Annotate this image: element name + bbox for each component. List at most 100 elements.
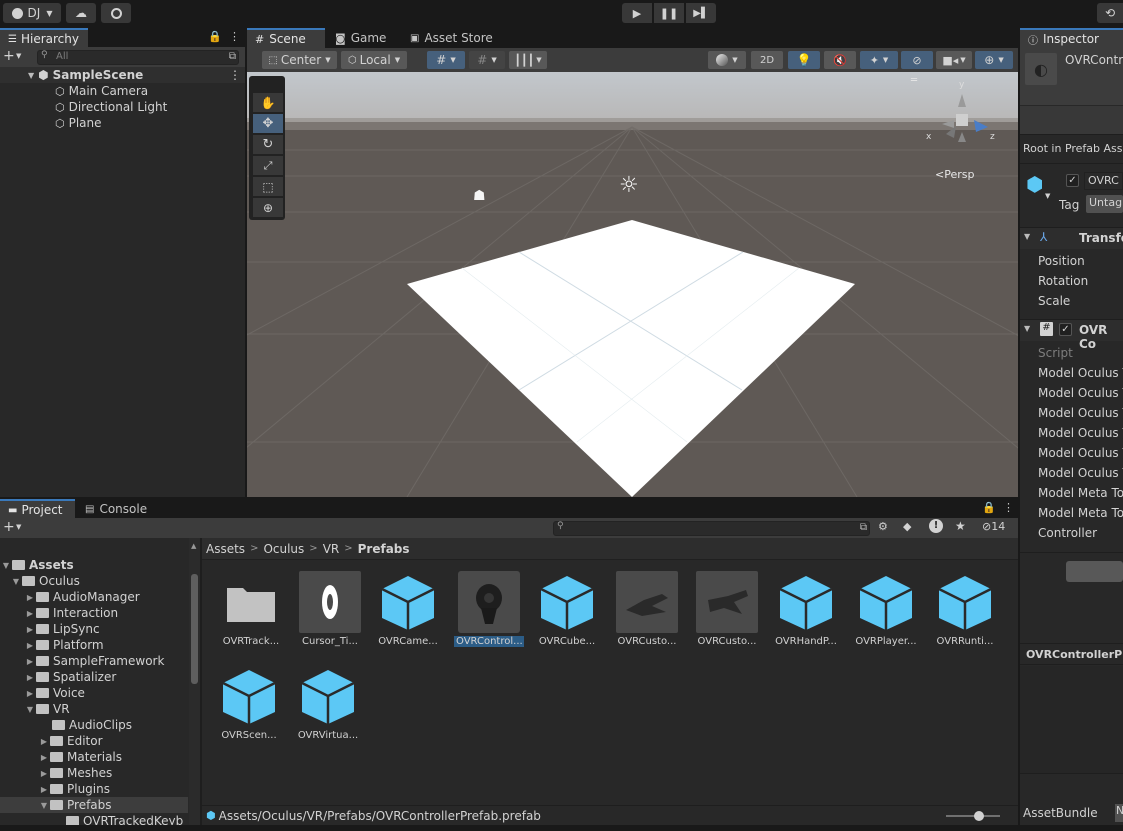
asset-item[interactable]: OVRScen... (214, 665, 284, 757)
asset-item[interactable]: OVRTrack... (216, 571, 286, 663)
hidden-packages-toggle[interactable]: ⊘14 (982, 520, 1005, 533)
tag-dropdown[interactable]: Untag (1086, 195, 1123, 213)
project-search-input[interactable]: ⚲ ⧉ (553, 521, 870, 536)
log-filter-icon[interactable]: ! (929, 519, 943, 533)
active-checkbox[interactable]: ✓ (1066, 174, 1079, 187)
chevron-down-icon[interactable]: ▼ (16, 523, 21, 531)
asset-item[interactable]: OVRCusto... (612, 571, 682, 663)
move-tool[interactable]: ✥ (253, 114, 283, 133)
step-button[interactable]: ▶▌ (686, 3, 716, 23)
orientation-gizmo[interactable]: y x z <Persp (912, 72, 1012, 187)
space-dropdown[interactable]: ⬡ Local ▼ (341, 51, 407, 69)
tree-item-prefabs[interactable]: ▼ Prefabs (0, 797, 188, 813)
more-menu-icon[interactable]: ⋮ (229, 30, 240, 43)
collab-button[interactable] (101, 3, 131, 23)
asset-item-selected[interactable]: OVRControl... (454, 571, 524, 663)
search-filter-icon[interactable]: ⧉ (860, 522, 867, 533)
asset-item[interactable]: OVRCame... (373, 571, 443, 663)
tab-project[interactable]: ▬ Project (0, 499, 75, 519)
search-filter-icon[interactable]: ⧉ (229, 51, 236, 62)
scene-viewport[interactable]: ☼ ☗ y x z <Persp ═ (247, 72, 1018, 497)
chevron-down-icon[interactable]: ▼ (16, 52, 21, 60)
persp-toggle[interactable]: <Persp (935, 168, 974, 181)
lighting-toggle[interactable]: 💡 (788, 51, 820, 69)
tree-item[interactable]: ▶ SampleFramework (24, 653, 165, 669)
slider-handle[interactable] (974, 811, 984, 821)
search-by-type-icon[interactable]: ⚙ (878, 520, 888, 533)
asset-item[interactable]: Cursor_Ti... (295, 571, 365, 663)
tree-item[interactable]: ▶ LipSync (24, 621, 100, 637)
grid-visibility-button[interactable]: # ▼ (469, 51, 505, 69)
hand-tool[interactable]: ✋ (253, 93, 283, 112)
tree-item[interactable]: OVRTrackedKeyb (66, 813, 183, 825)
tab-console[interactable]: ▤ Console (77, 499, 155, 519)
add-icon[interactable]: + (3, 519, 15, 535)
tab-scene[interactable]: # Scene (247, 28, 325, 48)
mode-2d-button[interactable]: 2D (751, 51, 783, 69)
rect-tool[interactable]: ⬚ (253, 177, 283, 196)
component-enabled-checkbox[interactable]: ✓ (1059, 323, 1072, 336)
tab-inspector[interactable]: ⓘ Inspector (1020, 28, 1123, 48)
gameobject-name-field[interactable]: OVRC (1084, 172, 1123, 190)
asset-item[interactable]: OVRRunti... (930, 571, 1000, 663)
add-component-button[interactable] (1066, 561, 1123, 582)
favorite-star-icon[interactable]: ★ (955, 519, 966, 533)
pause-button[interactable]: ❚❚ (654, 3, 684, 23)
scene-more-icon[interactable]: ⋮ (229, 68, 241, 82)
tree-item-oculus[interactable]: ▼ Oculus (10, 573, 80, 589)
tree-item[interactable]: ▶ Interaction (24, 605, 118, 621)
tree-item[interactable]: ▶ Platform (24, 637, 104, 653)
history-button[interactable]: ⟲ (1097, 3, 1123, 23)
tree-item-assets[interactable]: ▼ Assets (0, 557, 74, 573)
caret-down-icon[interactable]: ▼ (28, 71, 34, 80)
lock-icon[interactable]: 🔒 (982, 501, 996, 514)
lock-icon[interactable]: 🔒 (208, 30, 222, 43)
tree-item[interactable]: ▶ Plugins (38, 781, 110, 797)
directional-light-icon[interactable]: ☼ (619, 173, 639, 198)
pivot-dropdown[interactable]: ⬚ Center ▼ (262, 51, 337, 69)
more-menu-icon[interactable]: ⋮ (1003, 501, 1014, 514)
tree-scrollbar[interactable]: ▲ (189, 538, 200, 825)
hidden-objects-toggle[interactable]: ⊘ (901, 51, 933, 69)
tree-item[interactable]: ▶ Materials (38, 749, 122, 765)
tab-game[interactable]: ◙ Game (327, 28, 405, 48)
transform-header[interactable]: ▼ ⅄ Transfo (1020, 227, 1123, 249)
split-divider[interactable] (200, 538, 202, 825)
scale-tool[interactable]: ⤢ (253, 156, 283, 175)
overlay-menu-icon[interactable]: ═ (911, 75, 917, 86)
grid-snap-button[interactable]: # ▼ (427, 51, 465, 69)
tree-item[interactable]: AudioClips (52, 717, 132, 733)
icon-size-slider[interactable] (946, 811, 1000, 821)
asset-item[interactable]: OVRCube... (532, 571, 602, 663)
assetbundle-dropdown[interactable]: N (1115, 804, 1123, 822)
hierarchy-item[interactable]: ⬡ Directional Light (55, 99, 167, 115)
gizmos-button[interactable]: ⊕ ▼ (975, 51, 1013, 69)
scene-row[interactable]: ▼ ⬢ SampleScene ⋮ (0, 67, 245, 83)
audio-toggle[interactable]: 🔇 (824, 51, 856, 69)
camera-gizmo-icon[interactable]: ☗ (473, 188, 486, 204)
effects-toggle[interactable]: ✦ ▼ (860, 51, 898, 69)
scrollbar-thumb[interactable] (191, 574, 198, 684)
tree-item[interactable]: ▶ AudioManager (24, 589, 140, 605)
breadcrumb-item[interactable]: Assets (206, 542, 245, 556)
tree-item[interactable]: ▶ Voice (24, 685, 85, 701)
gameobject-cube-icon[interactable]: ⬢ (1026, 172, 1043, 196)
asset-item[interactable]: OVRVirtua... (293, 665, 363, 757)
transform-tool[interactable]: ⊕ (253, 198, 283, 217)
tree-item-vr[interactable]: ▼ VR (24, 701, 70, 717)
cloud-button[interactable]: ☁ (66, 3, 96, 23)
tree-item[interactable]: ▶ Spatializer (24, 669, 116, 685)
scroll-up-icon[interactable]: ▲ (191, 542, 196, 550)
breadcrumb-item[interactable]: VR (323, 542, 340, 556)
asset-item[interactable]: OVRPlayer... (851, 571, 921, 663)
tab-hierarchy[interactable]: ☰ Hierarchy (0, 28, 88, 48)
preview-header[interactable]: OVRControllerPr (1020, 643, 1123, 665)
draw-mode-button[interactable]: ▼ (708, 51, 746, 69)
breadcrumb-item[interactable]: Oculus (263, 542, 304, 556)
tree-item[interactable]: ▶ Meshes (38, 765, 112, 781)
camera-settings-button[interactable]: ■◂ ▼ (936, 51, 972, 69)
play-button[interactable]: ▶ (622, 3, 652, 23)
tab-asset-store[interactable]: ▣ Asset Store (402, 28, 502, 48)
tree-item[interactable]: ▶ Editor (38, 733, 103, 749)
hierarchy-search-input[interactable]: ⚲ All ⧉ (37, 50, 239, 65)
